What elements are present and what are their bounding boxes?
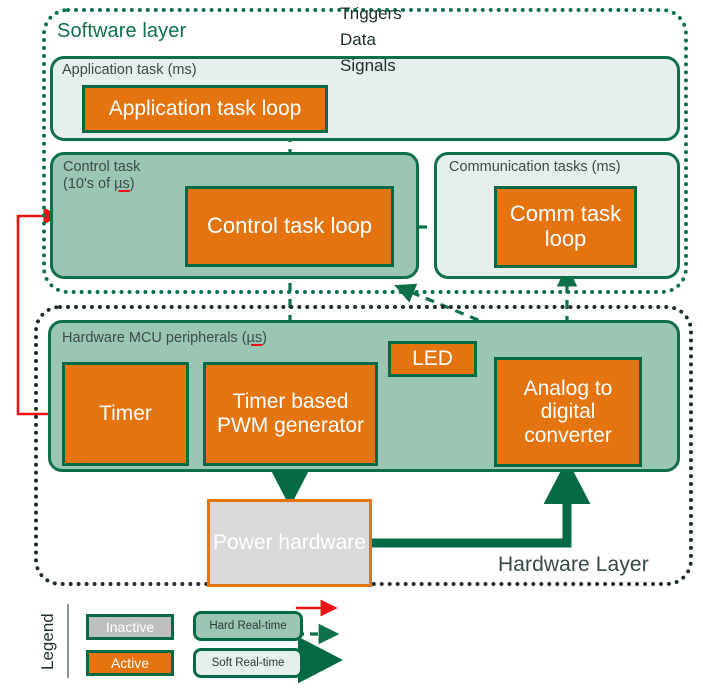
control-task-label-line1: Control task	[63, 159, 141, 175]
legend: Legend Inactive Active Hard Real-time So…	[36, 600, 386, 682]
led-block[interactable]: LED	[388, 341, 477, 377]
legend-divider	[67, 604, 69, 678]
control-task-group-label: Control task (10's of µs)	[63, 159, 140, 193]
control-task-label-line2: (10's of µs)	[63, 176, 135, 192]
control-task-loop-block[interactable]: Control task loop	[185, 186, 394, 267]
application-task-loop-block[interactable]: Application task loop	[82, 85, 328, 133]
adc-block[interactable]: Analog to digital converter	[494, 357, 642, 467]
power-hardware-block[interactable]: Power hardware	[207, 499, 372, 587]
legend-label-signals: Signals	[340, 56, 396, 75]
software-layer-title: Software layer	[57, 20, 187, 42]
legend-pill-soft-realtime: Soft Real-time	[193, 648, 303, 678]
pwm-generator-block[interactable]: Timer based PWM generator	[203, 362, 378, 466]
diagram-canvas: Software layer Application task (ms) Con…	[0, 0, 703, 690]
application-task-group-label: Application task (ms)	[62, 62, 197, 78]
hardware-layer-title: Hardware Layer	[498, 553, 649, 576]
communication-tasks-group-label: Communication tasks (ms)	[449, 159, 621, 175]
legend-title: Legend	[38, 613, 57, 671]
legend-pill-hard-realtime: Hard Real-time	[193, 611, 303, 641]
legend-chip-active: Active	[86, 650, 174, 676]
comm-task-loop-block[interactable]: Comm task loop	[494, 186, 637, 268]
mcu-peripherals-group-label: Hardware MCU peripherals (µs)	[62, 330, 267, 346]
timer-block[interactable]: Timer	[62, 362, 189, 466]
legend-label-triggers: Triggers	[340, 4, 402, 23]
legend-label-data: Data	[340, 30, 376, 49]
legend-chip-inactive: Inactive	[86, 614, 174, 640]
